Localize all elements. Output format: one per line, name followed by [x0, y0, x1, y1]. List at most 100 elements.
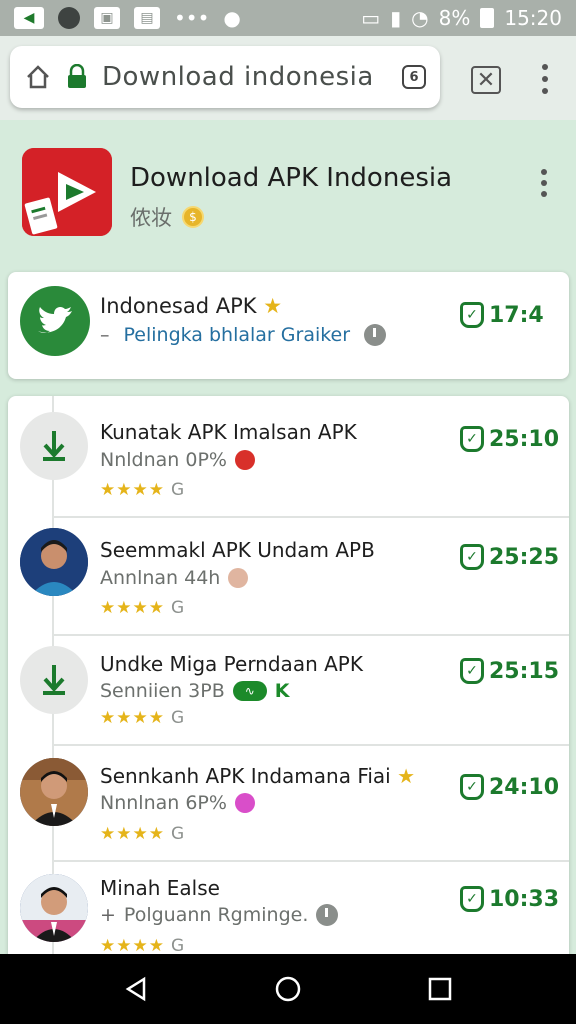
- avatar: [20, 758, 88, 826]
- home-icon[interactable]: [24, 63, 52, 91]
- url-bar[interactable]: Download indonesia 6: [10, 46, 440, 108]
- item-time-badge: ✓ 25:10: [460, 426, 559, 452]
- apk-list: Kunatak APK Imalsan APK Nnldnan 0P% ★★★★…: [8, 396, 569, 966]
- featured-time: 17:4: [489, 302, 544, 328]
- rating-stars: ★★★★ G: [100, 936, 186, 956]
- rating-stars: ★★★★ G: [100, 824, 186, 844]
- url-text[interactable]: Download indonesia: [102, 62, 388, 92]
- rating-suffix: G: [170, 936, 186, 956]
- item-time: 24:10: [489, 774, 560, 800]
- home-nav-icon[interactable]: [274, 975, 302, 1003]
- overflow-menu-icon[interactable]: [541, 169, 547, 197]
- hand-icon: [228, 568, 249, 588]
- status-bar: ◀ ▣ ▤ ••• ● ▭ ▮ ◔ 8% 15:20: [0, 0, 576, 36]
- browser-toolbar: Download indonesia 6 ✕: [0, 36, 576, 120]
- featured-subtitle: – Pelingka bhlalar Graiker: [100, 324, 387, 346]
- back-notification-icon: ◀: [14, 7, 44, 29]
- item-time-badge: ✓ 10:33: [460, 886, 559, 912]
- item-subtitle-text: Senniien 3PB: [100, 680, 225, 702]
- battery-icon: [480, 8, 495, 28]
- featured-time-badge: ✓ 17:4: [460, 302, 544, 328]
- download-icon: [20, 646, 88, 714]
- gallery-notification-icon: ▤: [134, 7, 160, 29]
- check-shield-icon: ✓: [460, 426, 484, 452]
- featured-card[interactable]: Indonesad APK ★ – Pelingka bhlalar Graik…: [8, 272, 569, 379]
- item-title: Undke Miga Perndaan APK: [100, 652, 363, 676]
- list-item[interactable]: Sennkanh APK Indamana Fiai ★ Nnnlnan 6P%…: [8, 746, 569, 862]
- rating-stars: ★★★★ G: [100, 708, 186, 728]
- check-shield-icon: ✓: [460, 774, 484, 800]
- signal-icon: ▮: [390, 6, 402, 30]
- more-notifications-icon: •••: [174, 6, 210, 30]
- item-subtitle-text: Annlnan 44h: [100, 567, 221, 589]
- rating-stars: ★★★★ G: [100, 598, 186, 618]
- image-notification-icon: ▣: [94, 7, 120, 29]
- star-icon: ★: [397, 764, 416, 788]
- item-time: 25:10: [489, 426, 560, 452]
- lock-icon: [68, 64, 86, 88]
- back-icon[interactable]: [122, 975, 150, 1003]
- rating-suffix: G: [170, 824, 186, 844]
- item-subtitle: Senniien 3PB ∿ K: [100, 680, 289, 702]
- system-nav-bar: [0, 954, 576, 1024]
- nfc-icon: ▭: [361, 6, 381, 30]
- item-subtitle: Annlnan 44h: [100, 567, 249, 589]
- item-subtitle-text: Nnnlnan 6P%: [100, 792, 227, 814]
- item-title: Seemmakl APK Undam APB: [100, 538, 375, 562]
- item-subtitle: Nnnlnan 6P%: [100, 792, 255, 814]
- item-title: Sennkanh APK Indamana Fiai ★: [100, 764, 415, 788]
- download-icon: [20, 412, 88, 480]
- wifi-icon: ◔: [411, 6, 429, 30]
- app-logo: [22, 148, 112, 236]
- heart-icon: [234, 793, 255, 813]
- browser-menu-icon[interactable]: [536, 64, 554, 94]
- battery-percent: 8%: [438, 6, 471, 30]
- list-item[interactable]: Undke Miga Perndaan APK Senniien 3PB ∿ K…: [8, 636, 569, 746]
- clock-icon: [364, 324, 387, 346]
- star-icon: ★: [263, 294, 283, 318]
- item-title: Kunatak APK Imalsan APK: [100, 420, 357, 444]
- heart-icon: [234, 450, 255, 470]
- clock-icon: [316, 904, 339, 926]
- item-time-badge: ✓ 25:25: [460, 544, 559, 570]
- app-notification-icon: [58, 7, 80, 29]
- rating-suffix: G: [170, 480, 186, 500]
- bird-icon: [20, 286, 90, 356]
- tab-count-icon[interactable]: 6: [402, 65, 426, 89]
- page-subtitle: 侬妆 $: [130, 202, 204, 232]
- check-shield-icon: ✓: [460, 302, 484, 328]
- check-shield-icon: ✓: [460, 886, 484, 912]
- item-badge: K: [274, 680, 290, 702]
- trend-badge-icon: ∿: [232, 681, 267, 701]
- close-tab-icon[interactable]: ✕: [471, 66, 501, 94]
- game-notification-icon: ●: [223, 6, 241, 30]
- featured-title: Indonesad APK ★: [100, 294, 282, 318]
- subtitle-text: 侬妆: [130, 206, 172, 230]
- recents-icon[interactable]: [426, 975, 454, 1003]
- check-shield-icon: ✓: [460, 544, 484, 570]
- item-subtitle: Nnldnan 0P%: [100, 449, 255, 471]
- item-time-badge: ✓ 25:15: [460, 658, 559, 684]
- avatar: [20, 874, 88, 942]
- check-shield-icon: ✓: [460, 658, 484, 684]
- item-time: 25:15: [489, 658, 560, 684]
- item-time: 10:33: [489, 886, 560, 912]
- item-subtitle-text: Nnldnan 0P%: [100, 449, 227, 471]
- featured-title-text: Indonesad APK: [100, 294, 257, 318]
- item-subtitle: + Polguann Rgminge.: [100, 904, 339, 926]
- featured-subtitle-text: Pelingka bhlalar Graiker: [123, 324, 351, 346]
- item-title-text: Sennkanh APK Indamana Fiai: [100, 764, 391, 788]
- list-item[interactable]: Seemmakl APK Undam APB Annlnan 44h ★★★★ G…: [8, 518, 569, 636]
- list-item[interactable]: Kunatak APK Imalsan APK Nnldnan 0P% ★★★★…: [8, 396, 569, 518]
- rating-suffix: G: [170, 598, 186, 618]
- clock: 15:20: [504, 6, 562, 30]
- item-time-badge: ✓ 24:10: [460, 774, 559, 800]
- coin-icon: $: [182, 206, 204, 228]
- page-title: Download APK Indonesia: [130, 163, 453, 193]
- item-title: Minah Ealse: [100, 876, 220, 900]
- rating-suffix: G: [170, 708, 186, 728]
- item-subtitle-text: Polguann Rgminge.: [123, 904, 309, 926]
- list-item[interactable]: Minah Ealse + Polguann Rgminge. ★★★★ G ✓ …: [8, 862, 569, 966]
- rating-stars: ★★★★ G: [100, 480, 186, 500]
- item-time: 25:25: [489, 544, 560, 570]
